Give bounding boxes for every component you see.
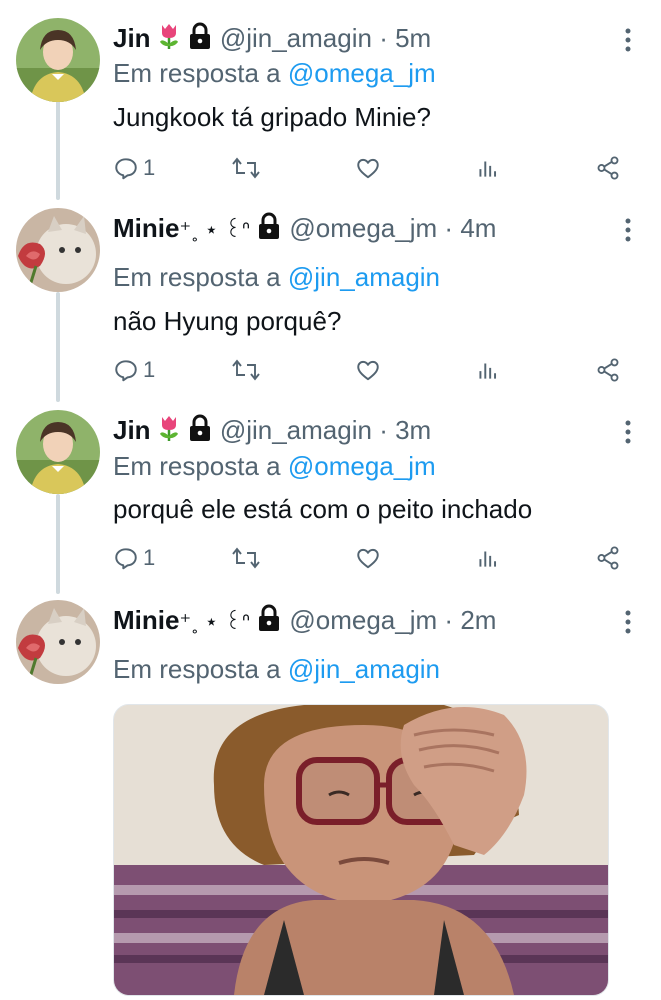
reply-prefix: Em resposta a [113,451,281,481]
action-bar: 1 [113,542,633,574]
comment-icon [113,357,139,383]
analytics-icon [475,357,501,383]
comment-icon [113,545,139,571]
retweet-icon [231,155,261,181]
display-name[interactable]: Jin [113,415,151,445]
action-bar: 1 [113,354,633,386]
reply-prefix: Em resposta a [113,58,281,88]
like-icon [355,357,381,383]
action-bar: 1 [113,152,633,184]
tweet-header: Jin @jin_amagin · 5m [113,21,431,58]
like-button[interactable] [355,354,381,386]
reply-count: 1 [143,545,156,570]
reply-prefix: Em resposta a [113,654,281,684]
retweet-icon [231,545,261,571]
avatar[interactable] [16,410,100,494]
analytics-button[interactable] [475,152,501,184]
analytics-icon [475,155,501,181]
share-icon [595,545,621,571]
tweet-media-photo[interactable] [113,704,609,996]
like-button[interactable] [355,152,381,184]
timestamp[interactable]: 5m [395,23,431,53]
avatar[interactable] [16,18,100,102]
reply-button[interactable]: 1 [113,354,155,386]
handle[interactable]: @jin_amagin [220,23,372,53]
reply-button[interactable]: 1 [113,152,155,184]
lock-icon [256,212,282,248]
comment-icon [113,155,139,181]
reply-button[interactable]: 1 [113,542,155,574]
more-icon[interactable] [618,608,638,636]
retweet-icon [231,357,261,383]
tweet-header: Minie⁺˳ ⋆ ꒰ᐢ @omega_jm · 4m [113,211,496,248]
handle[interactable]: @omega_jm [289,213,437,243]
reply-count: 1 [143,357,156,382]
avatar[interactable] [16,208,100,292]
lock-icon [256,604,282,640]
lock-icon [187,414,213,450]
more-icon[interactable] [618,26,638,54]
share-button[interactable] [595,542,621,574]
share-icon [595,357,621,383]
reply-mention-link[interactable]: @jin_amagin [288,262,440,292]
like-icon [355,545,381,571]
reply-mention-link[interactable]: @jin_amagin [288,654,440,684]
tweet[interactable]: Minie⁺˳ ⋆ ꒰ᐢ @omega_jm · 4m Em resposta … [0,208,661,388]
tweet-text: Jungkook tá gripado Minie? [113,102,431,132]
tweet-header: Minie⁺˳ ⋆ ꒰ᐢ @omega_jm · 2m [113,603,496,640]
tweet[interactable]: Minie⁺˳ ⋆ ꒰ᐢ @omega_jm · 2m Em resposta … [0,600,661,1000]
separator-dot: · [444,213,454,243]
tweet-header: Jin @jin_amagin · 3m [113,413,431,450]
reply-context: Em resposta a @omega_jm [113,449,436,483]
retweet-button[interactable] [231,354,261,386]
tweet[interactable]: Jin @jin_amagin · 5m Em resposta a @omeg… [0,18,661,198]
like-button[interactable] [355,542,381,574]
timestamp[interactable]: 4m [460,213,496,243]
display-name[interactable]: Minie [113,605,179,635]
reply-context: Em resposta a @jin_amagin [113,260,440,294]
separator-dot: · [379,415,388,445]
reply-context: Em resposta a @jin_amagin [113,652,440,686]
more-icon[interactable] [618,216,638,244]
analytics-button[interactable] [475,354,501,386]
tulip-icon [157,414,181,450]
reply-mention-link[interactable]: @omega_jm [288,58,436,88]
share-button[interactable] [595,152,621,184]
share-button[interactable] [595,354,621,386]
timestamp[interactable]: 3m [395,415,431,445]
display-name[interactable]: Minie [113,213,179,243]
reply-prefix: Em resposta a [113,262,281,292]
tweet-text: porquê ele está com o peito inchado [113,494,533,524]
analytics-button[interactable] [475,542,501,574]
avatar[interactable] [16,600,100,684]
name-decoration: ⁺˳ ⋆ ꒰ᐢ [179,609,251,634]
handle[interactable]: @jin_amagin [220,415,372,445]
tweet[interactable]: Jin @jin_amagin · 3m Em resposta a @omeg… [0,410,661,590]
handle[interactable]: @omega_jm [289,605,437,635]
reply-mention-link[interactable]: @omega_jm [288,451,436,481]
tulip-icon [157,22,181,58]
display-name[interactable]: Jin [113,23,151,53]
separator-dot: · [379,23,388,53]
share-icon [595,155,621,181]
retweet-button[interactable] [231,542,261,574]
like-icon [355,155,381,181]
tweet-text: não Hyung porquê? [113,306,342,336]
timestamp[interactable]: 2m [460,605,496,635]
analytics-icon [475,545,501,571]
retweet-button[interactable] [231,152,261,184]
more-icon[interactable] [618,418,638,446]
reply-context: Em resposta a @omega_jm [113,56,436,90]
name-decoration: ⁺˳ ⋆ ꒰ᐢ [179,217,251,242]
lock-icon [187,22,213,58]
separator-dot: · [444,605,454,635]
reply-count: 1 [143,155,156,180]
